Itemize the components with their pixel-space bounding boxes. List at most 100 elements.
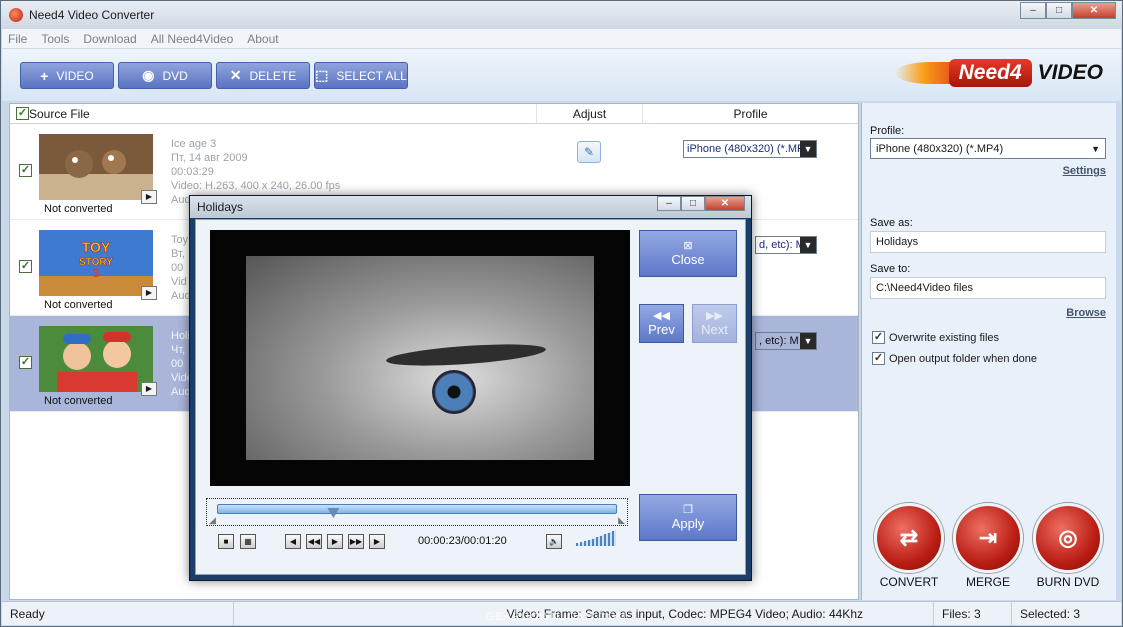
- x-icon: ✕: [229, 67, 242, 83]
- chevron-down-icon[interactable]: ▼: [800, 333, 816, 349]
- title-bar[interactable]: Need4 Video Converter – □ ✕: [1, 1, 1122, 28]
- dialog-maximize-button[interactable]: □: [681, 196, 705, 211]
- seek-area: ◢ ◣: [206, 498, 628, 526]
- prev-button[interactable]: ◀◀ Prev: [639, 304, 684, 343]
- play-icon[interactable]: ▶: [327, 534, 343, 549]
- step-forward-icon[interactable]: ▶▶: [348, 534, 364, 549]
- merge-arrows-icon: ⇥: [978, 525, 998, 550]
- maximize-button[interactable]: □: [1046, 2, 1072, 19]
- row-status: Not converted: [44, 299, 113, 311]
- dialog-close-button[interactable]: ✕: [705, 196, 745, 211]
- next-label: Next: [701, 321, 728, 337]
- volume-slider[interactable]: [574, 530, 616, 546]
- row-duration: 00:03:29: [171, 166, 214, 178]
- save-to-field[interactable]: C:\Need4Video files: [870, 277, 1106, 299]
- prev-label: Prev: [648, 321, 675, 337]
- trim-end-handle[interactable]: ◣: [618, 515, 625, 526]
- video-frame: [246, 256, 594, 460]
- select-all-button[interactable]: ⬚ SELECT ALL: [314, 62, 408, 89]
- menu-tools[interactable]: Tools: [41, 32, 69, 46]
- profile-select[interactable]: iPhone (480x320) (*.MP4) ▼: [870, 138, 1106, 159]
- header-source-label: Source File: [29, 106, 90, 121]
- step-back-icon[interactable]: ◀◀: [306, 534, 322, 549]
- skip-back-icon[interactable]: ◀: [285, 534, 301, 549]
- play-icon[interactable]: ▶: [141, 286, 157, 300]
- menu-all-need4video[interactable]: All Need4Video: [151, 32, 234, 46]
- overwrite-checkbox[interactable]: ✓ Overwrite existing files: [872, 331, 999, 344]
- menu-file[interactable]: File: [8, 32, 27, 46]
- video-thumbnail: [39, 134, 153, 200]
- next-button[interactable]: ▶▶ Next: [692, 304, 737, 343]
- row-checkbox[interactable]: ✓: [19, 164, 32, 177]
- video-brow: [385, 340, 547, 370]
- row-profile-select[interactable]: d, etc): M ▼: [755, 236, 817, 254]
- row-checkbox[interactable]: ✓: [19, 260, 32, 273]
- menu-download[interactable]: Download: [83, 32, 136, 46]
- skip-forward-icon[interactable]: ▶: [369, 534, 385, 549]
- close-icon: ⊠: [683, 239, 693, 252]
- merge-label: MERGE: [965, 575, 1010, 589]
- plus-icon: +: [40, 67, 49, 84]
- chevron-down-icon[interactable]: ▼: [1091, 144, 1100, 154]
- profile-value: iPhone (480x320) (*.MP4): [876, 142, 1004, 155]
- add-dvd-button[interactable]: ◉ DVD: [118, 62, 212, 89]
- seek-thumb[interactable]: [327, 508, 340, 518]
- burn-dvd-button[interactable]: ◎: [1033, 503, 1103, 573]
- save-as-field[interactable]: Holidays: [870, 231, 1106, 253]
- row-duration: 00: [171, 262, 184, 274]
- menu-bar: File Tools Download All Need4Video About: [2, 29, 1121, 49]
- menu-about[interactable]: About: [247, 32, 278, 46]
- row-status: Not converted: [44, 203, 113, 215]
- dialog-minimize-button[interactable]: –: [657, 196, 681, 211]
- row-profile-select[interactable]: iPhone (480x320) (*.MP4) ▼: [683, 140, 817, 158]
- apply-button[interactable]: ❐ Apply: [639, 494, 737, 541]
- merge-button[interactable]: ⇥: [953, 503, 1023, 573]
- mark-out-icon[interactable]: ▦: [240, 534, 256, 549]
- close-button[interactable]: ✕: [1072, 2, 1116, 19]
- open-folder-checkbox[interactable]: ✓ Open output folder when done: [872, 352, 1037, 365]
- row-profile-select[interactable]: , etc): M ▼: [755, 332, 817, 350]
- chevron-down-icon[interactable]: ▼: [800, 237, 816, 253]
- app-icon: [9, 7, 23, 22]
- status-selected: Selected: 3: [1020, 606, 1081, 621]
- row-profile-value: , etc): M: [759, 335, 799, 347]
- disc-icon: ◎: [1058, 525, 1078, 550]
- header-source[interactable]: ✓ Source File: [10, 104, 537, 123]
- mark-in-icon[interactable]: ■: [218, 534, 234, 549]
- delete-button[interactable]: ✕ DELETE: [216, 62, 310, 89]
- play-icon[interactable]: ▶: [141, 382, 157, 396]
- row-title: Ice age 3: [171, 138, 217, 150]
- list-header: ✓ Source File Adjust Profile: [10, 104, 858, 124]
- svg-text:3: 3: [93, 266, 100, 280]
- open-folder-check[interactable]: ✓: [872, 352, 885, 365]
- settings-link[interactable]: Settings: [1063, 165, 1106, 177]
- speaker-icon[interactable]: 🔈: [546, 534, 562, 549]
- convert-arrows-icon: ⇄: [899, 525, 919, 550]
- toolbar: + VIDEO ◉ DVD ✕ DELETE ⬚ SELECT ALL Need…: [2, 49, 1121, 101]
- dialog-close-action-button[interactable]: ⊠ Close: [639, 230, 737, 277]
- add-video-button[interactable]: + VIDEO: [20, 62, 114, 89]
- select-all-checkbox[interactable]: ✓: [16, 107, 29, 120]
- overwrite-label: Overwrite existing files: [889, 331, 1000, 344]
- play-icon[interactable]: ▶: [141, 190, 157, 204]
- browse-link[interactable]: Browse: [1066, 307, 1106, 319]
- row-status: Not converted: [44, 395, 113, 407]
- seek-bar[interactable]: [217, 504, 617, 518]
- save-to-label: Save to:: [870, 263, 911, 275]
- convert-button[interactable]: ⇄: [874, 503, 944, 573]
- minimize-button[interactable]: –: [1020, 2, 1046, 19]
- row-info: Toy Вт, 00 Vid Aud: [171, 233, 191, 303]
- apply-icon: ❐: [683, 503, 693, 516]
- select-all-label: SELECT ALL: [336, 68, 407, 83]
- row-video-info: Video: H.263, 400 x 240, 26.00 fps: [171, 180, 341, 192]
- dialog-title-bar[interactable]: Holidays – □ ✕: [190, 196, 751, 218]
- trim-start-handle[interactable]: ◢: [209, 515, 216, 526]
- row-profile-value: d, etc): M: [759, 239, 805, 251]
- pencil-icon[interactable]: ✎: [577, 141, 601, 163]
- video-eye: [432, 370, 476, 414]
- dialog-title: Holidays: [197, 200, 244, 214]
- row-profile-value: iPhone (480x320) (*.MP4): [687, 143, 815, 155]
- chevron-down-icon[interactable]: ▼: [800, 141, 816, 157]
- row-checkbox[interactable]: ✓: [19, 356, 32, 369]
- overwrite-check[interactable]: ✓: [872, 331, 885, 344]
